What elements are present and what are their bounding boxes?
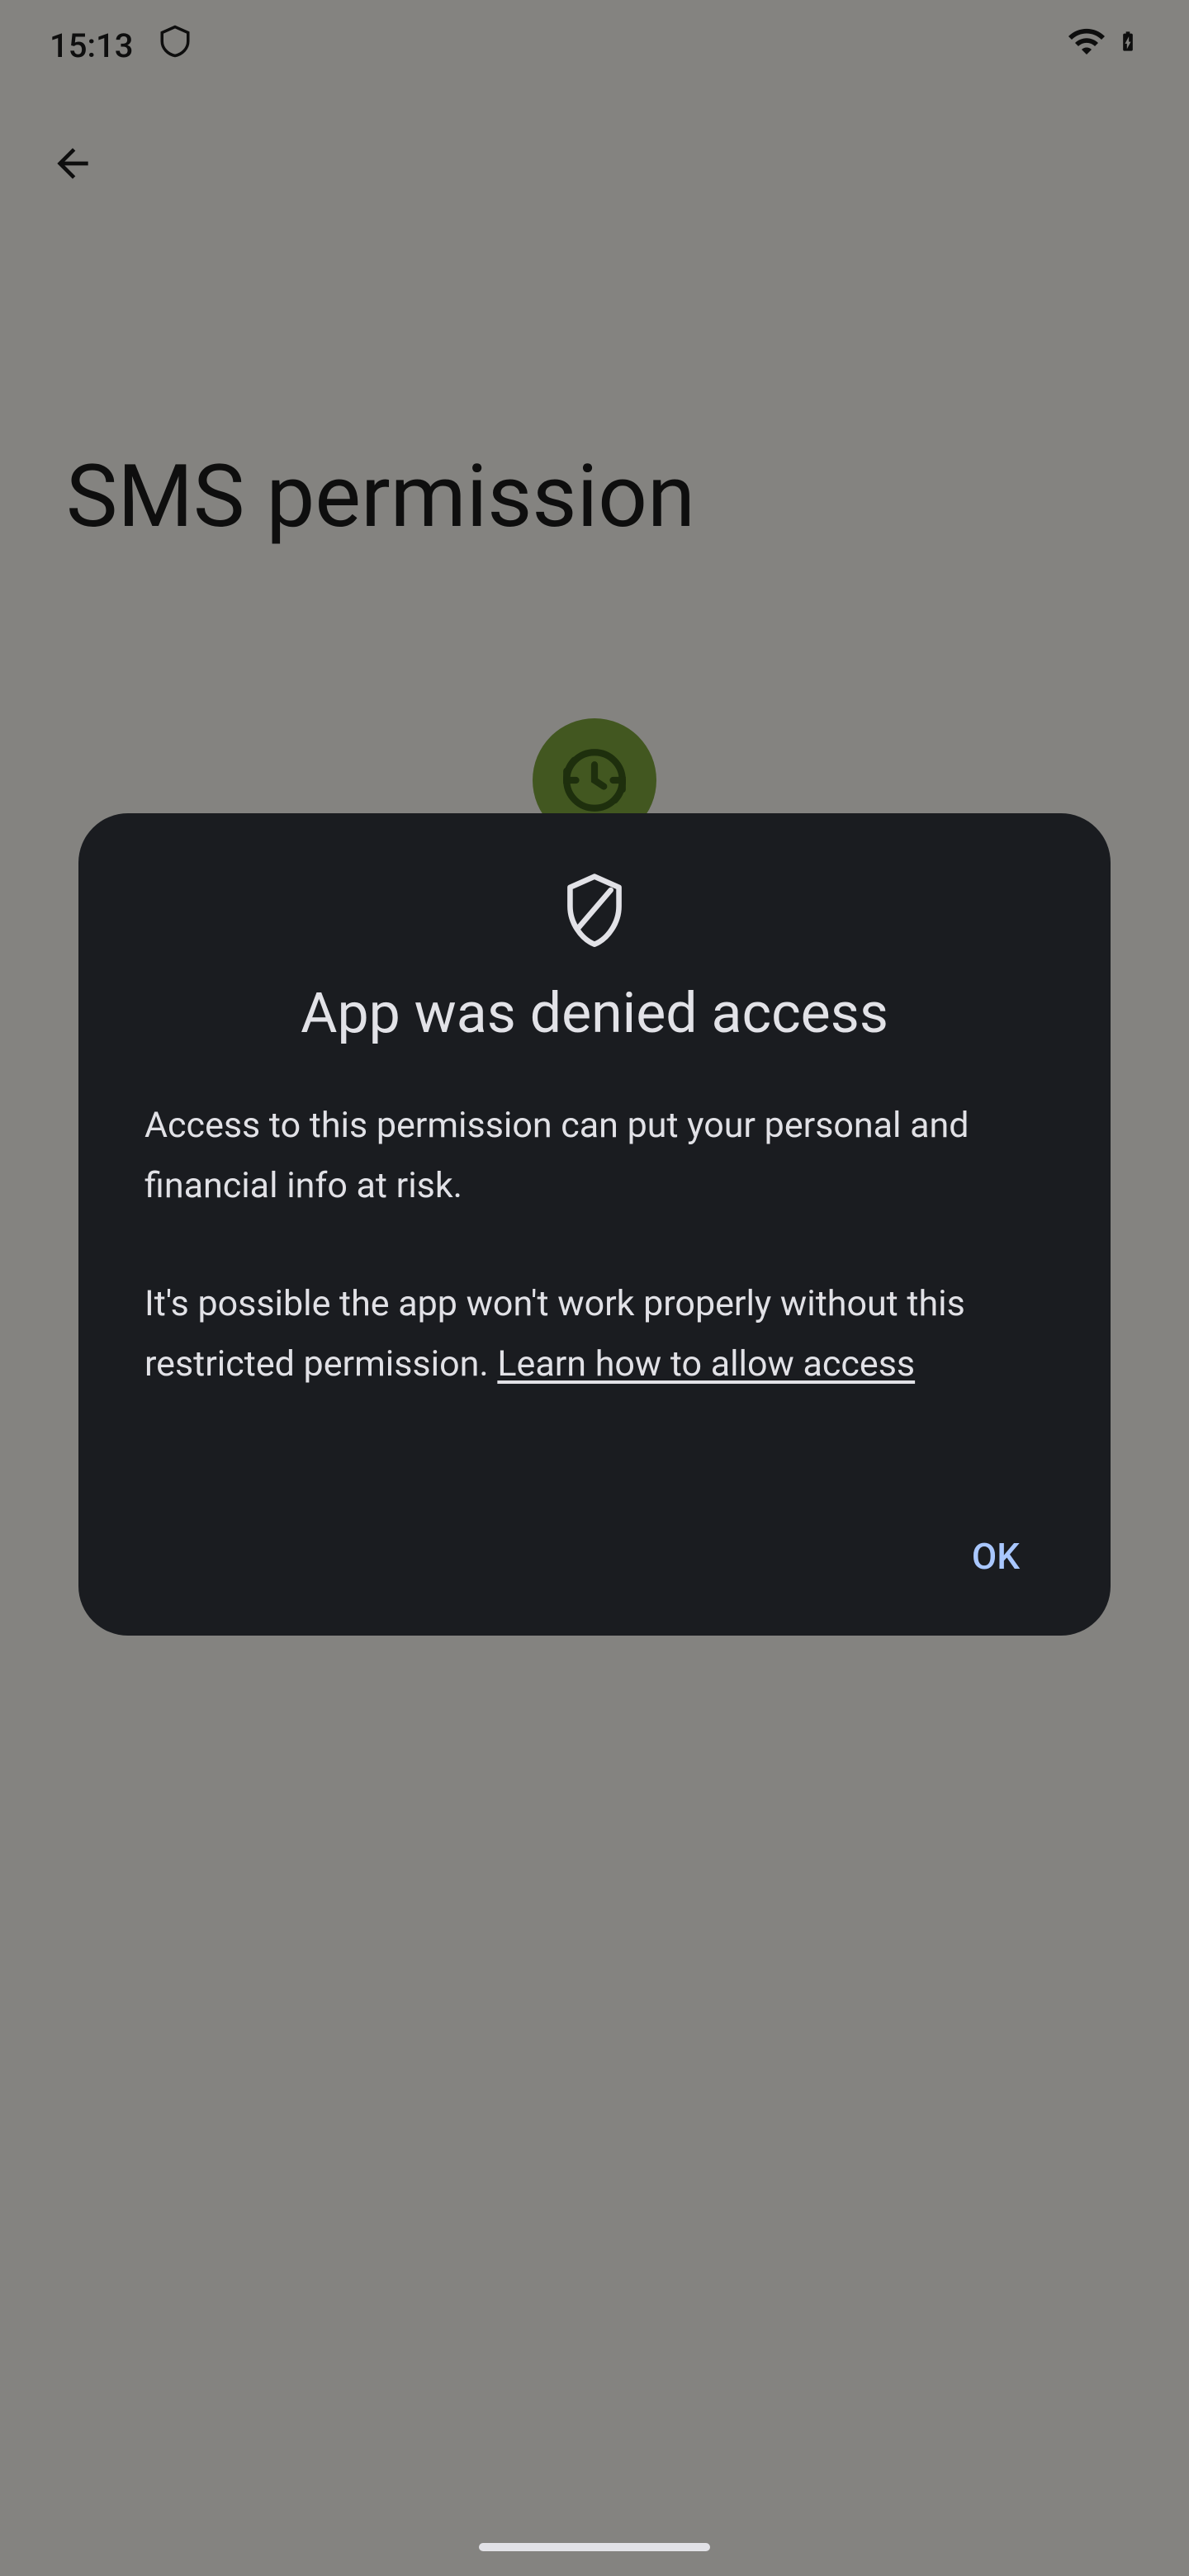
dialog-paragraph-1: Access to this permission can put your p… bbox=[144, 1096, 1045, 1216]
dialog-actions: OK bbox=[144, 1518, 1045, 1594]
gesture-nav-bar[interactable] bbox=[479, 2543, 710, 2551]
learn-more-link[interactable]: Learn how to allow access bbox=[497, 1343, 915, 1385]
shield-warning-icon bbox=[144, 871, 1045, 947]
denied-access-dialog: App was denied access Access to this per… bbox=[78, 813, 1111, 1636]
dialog-title: App was denied access bbox=[144, 980, 1045, 1046]
ok-button[interactable]: OK bbox=[947, 1518, 1045, 1594]
dialog-paragraph-2: It's possible the app won't work properl… bbox=[144, 1274, 1045, 1395]
dialog-body: Access to this permission can put your p… bbox=[144, 1096, 1045, 1395]
